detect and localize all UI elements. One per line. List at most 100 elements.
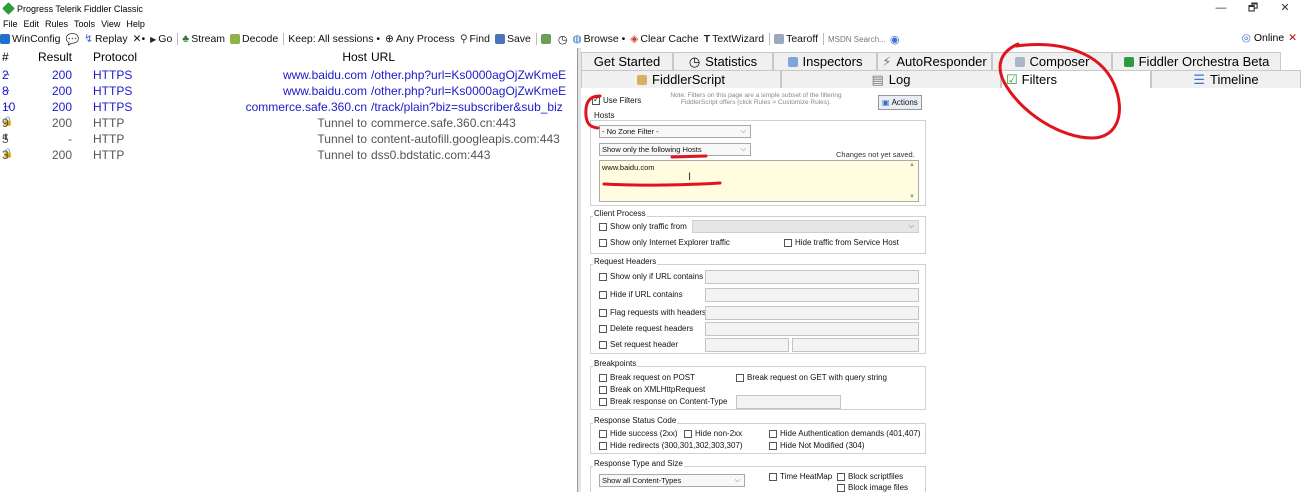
checkbox-icon — [599, 324, 607, 333]
close-toolbar-icon[interactable]: ✕ — [1288, 32, 1297, 44]
process-select[interactable]: ⌵ — [692, 220, 919, 233]
session-host: Tunnel to — [317, 148, 367, 162]
comment-button[interactable]: 💬 — [65, 33, 79, 46]
keep-sessions-dropdown[interactable]: Keep: All sessions • — [288, 33, 380, 45]
show-only-traffic-from-checkbox[interactable]: Show only traffic from — [599, 222, 687, 231]
set-header-value-input[interactable] — [792, 338, 919, 352]
session-row[interactable]: ↔ 8 200 HTTPS www.baidu.com/other.php?url=Ks… — [0, 84, 577, 100]
menu-edit[interactable]: Edit — [24, 19, 40, 29]
delete-headers-input[interactable] — [705, 322, 919, 336]
close-button[interactable]: ✕ — [1269, 0, 1301, 17]
browse-button[interactable]: ◍ Browse • — [573, 33, 626, 45]
flag-headers-input[interactable] — [705, 306, 919, 320]
break-post-checkbox[interactable]: Break request on POST — [599, 373, 695, 382]
block-script-checkbox[interactable]: Block scriptfiles — [837, 472, 903, 481]
col-host-header[interactable]: Host — [342, 50, 367, 64]
set-header-name-input[interactable] — [705, 338, 789, 352]
host-mode-select[interactable]: Show only the following Hosts ⌵ — [599, 143, 751, 156]
break-get-qs-checkbox[interactable]: Break request on GET with query string — [736, 373, 887, 382]
msdn-search-input[interactable]: MSDN Search... — [828, 35, 886, 44]
menu-view[interactable]: View — [101, 19, 120, 29]
hide-if-url-input[interactable] — [705, 288, 919, 302]
hide-if-url-checkbox[interactable]: Hide if URL contains — [599, 290, 683, 299]
session-protocol: HTTP — [93, 148, 125, 162]
session-protocol: HTTP — [93, 132, 125, 146]
session-row[interactable]: ↔ 2 200 HTTPS www.baidu.com/other.php?url=Ks… — [0, 68, 577, 84]
tab-get-started[interactable]: Get Started — [581, 52, 673, 70]
winconfig-button[interactable]: WinConfig — [0, 33, 60, 45]
hide-non2xx-checkbox[interactable]: Hide non-2xx — [684, 429, 742, 438]
tab-fiddler-orchestra[interactable]: Fiddler Orchestra Beta — [1112, 52, 1281, 70]
flag-headers-checkbox[interactable]: Flag requests with headers — [599, 308, 706, 317]
show-only-ie-checkbox[interactable]: Show only Internet Explorer traffic — [599, 238, 730, 247]
content-types-select[interactable]: Show all Content-Types ⌵ — [599, 474, 745, 487]
scroll-down-icon[interactable]: ▼ — [909, 194, 915, 200]
tab-statistics[interactable]: ◷ Statistics — [673, 52, 773, 70]
session-row[interactable]: 🔒 9 200 HTTP Tunnel to commerce.safe.360.cn:4… — [0, 116, 577, 132]
show-if-url-input[interactable] — [705, 270, 919, 284]
break-content-type-checkbox[interactable]: Break response on Content-Type — [599, 397, 727, 406]
col-url-header[interactable]: URL — [371, 50, 395, 64]
comment-icon: 💬 — [65, 33, 80, 46]
minimize-button[interactable]: — — [1205, 0, 1237, 17]
menu-rules[interactable]: Rules — [45, 19, 68, 29]
help-icon[interactable]: ◉ — [890, 33, 900, 46]
textwizard-button[interactable]: T TextWizard — [704, 33, 764, 45]
window-title: Progress Telerik Fiddler Classic — [17, 3, 143, 14]
sessions-list[interactable]: # Result Protocol Host URL ↔ 2 200 HTTPS www… — [0, 50, 577, 492]
show-if-url-checkbox[interactable]: Show only if URL contains — [599, 272, 703, 281]
find-button[interactable]: ⚲ Find — [460, 33, 490, 45]
hide-redirects-checkbox[interactable]: Hide redirects (300,301,302,303,307) — [599, 441, 743, 450]
hide-not-modified-checkbox[interactable]: Hide Not Modified (304) — [769, 441, 864, 450]
checkbox-icon — [599, 222, 607, 231]
col-result-header[interactable]: Result — [34, 50, 72, 64]
clear-cache-button[interactable]: ◈ Clear Cache — [630, 33, 698, 45]
save-button[interactable]: Save — [494, 33, 531, 45]
use-filters-checkbox[interactable]: Use Filters — [592, 95, 642, 105]
menu-tools[interactable]: Tools — [74, 19, 95, 29]
tab-fiddlerscript[interactable]: FiddlerScript — [581, 70, 781, 88]
menu-help[interactable]: Help — [126, 19, 145, 29]
timer-button[interactable]: ◷ — [558, 33, 568, 46]
set-header-checkbox[interactable]: Set request header — [599, 340, 678, 349]
tearoff-button[interactable]: Tearoff — [774, 33, 818, 45]
any-process-button[interactable]: ⊕ Any Process — [385, 33, 455, 45]
time-heatmap-checkbox[interactable]: Time HeatMap — [769, 472, 832, 481]
tab-autoresponder[interactable]: ⚡ AutoResponder — [877, 52, 992, 70]
replay-button[interactable]: ↯ Replay — [84, 33, 128, 45]
col-num-header[interactable]: # — [2, 50, 9, 64]
go-button[interactable]: ▶ Go — [150, 33, 172, 45]
menu-file[interactable]: File — [3, 19, 18, 29]
tab-filters[interactable]: ☑ Filters — [1001, 70, 1151, 88]
maximize-button[interactable]: 🗗 — [1237, 0, 1269, 17]
scroll-up-icon[interactable]: ▲ — [909, 162, 915, 168]
any-process-label: Any Process — [395, 33, 455, 45]
online-indicator[interactable]: ◎ Online ✕ — [1242, 32, 1297, 44]
session-url: /other.php?url=Ks0000agOjZwKmeE — [371, 84, 567, 98]
use-filters-label: Use Filters — [603, 96, 642, 105]
actions-button[interactable]: ▣ Actions — [878, 95, 922, 110]
pane-splitter[interactable] — [577, 48, 581, 492]
tab-timeline[interactable]: ☰ Timeline — [1151, 70, 1301, 88]
stream-button[interactable]: ♣ Stream — [182, 33, 225, 45]
remove-button[interactable]: ✕• — [133, 33, 145, 45]
tab-log[interactable]: ▤ Log — [781, 70, 1001, 88]
tab-composer[interactable]: Composer — [992, 52, 1112, 70]
tab-inspectors[interactable]: Inspectors — [773, 52, 877, 70]
block-image-checkbox[interactable]: Block image files — [837, 483, 908, 492]
delete-headers-checkbox[interactable]: Delete request headers — [599, 324, 693, 333]
hide-success-checkbox[interactable]: Hide success (2xx) — [599, 429, 678, 438]
screenshot-button[interactable] — [540, 34, 553, 44]
decode-button[interactable]: Decode — [230, 33, 278, 45]
session-row[interactable]: 🔒 3 200 HTTP Tunnel to dss0.bdstatic.com:443 — [0, 148, 577, 164]
session-row[interactable]: ↔ 10 200 HTTPS commerce.safe.360.cn/track/pl… — [0, 100, 577, 116]
break-content-type-input[interactable] — [736, 395, 841, 409]
col-protocol-header[interactable]: Protocol — [93, 50, 137, 64]
tearoff-icon — [774, 34, 785, 44]
zone-filter-select[interactable]: - No Zone Filter - ⌵ — [599, 125, 751, 138]
session-row[interactable]: ⬆ 5- HTTP Tunnel to content-autofill.googlea… — [0, 132, 577, 148]
break-xhr-checkbox[interactable]: Break on XMLHttpRequest — [599, 385, 705, 394]
hide-service-host-checkbox[interactable]: Hide traffic from Service Host — [784, 238, 899, 247]
hide-auth-checkbox[interactable]: Hide Authentication demands (401,407) — [769, 429, 921, 438]
hosts-textarea[interactable]: www.baidu.com I ▲ ▼ — [599, 160, 919, 202]
